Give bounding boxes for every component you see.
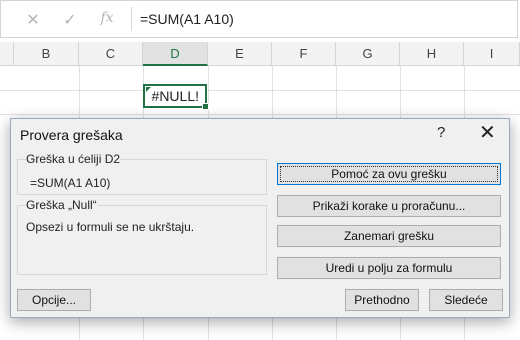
previous-button[interactable]: Prethodno <box>345 289 419 311</box>
dialog-title: Provera grešaka <box>20 127 123 143</box>
formula-input[interactable]: =SUM(A1 A10) <box>140 11 234 27</box>
error-description-text: Opsezi u formuli se ne ukrštaju. <box>26 220 195 234</box>
next-button[interactable]: Sledeće <box>429 289 503 311</box>
column-header-i[interactable]: I <box>464 42 520 66</box>
column-header-f[interactable]: F <box>272 42 336 66</box>
row-divider <box>0 114 520 115</box>
help-icon[interactable]: ? <box>437 124 445 141</box>
help-on-error-label: Pomoć za ovu grešku <box>331 167 447 181</box>
column-header-e[interactable]: E <box>208 42 272 66</box>
close-icon[interactable]: ✕ <box>479 121 496 145</box>
ignore-error-label: Zanemari grešku <box>343 229 435 243</box>
close-icon[interactable]: ✕ <box>25 10 41 30</box>
checkmark-icon[interactable]: ✓ <box>62 10 78 30</box>
cell-value: #NULL! <box>151 88 199 104</box>
next-label: Sledeće <box>444 293 488 307</box>
edit-in-formula-bar-label: Uredi u polju za formulu <box>325 261 453 275</box>
formula-bar: ✕ ✓ fx =SUM(A1 A10) <box>0 0 518 38</box>
error-type-title: Greška „Null“ <box>26 198 97 212</box>
edit-in-formula-bar-button[interactable]: Uredi u polju za formulu <box>277 257 501 279</box>
error-checking-dialog: Provera grešaka ? ✕ Greška u ćeliji D2 =… <box>10 118 510 318</box>
column-header-b[interactable]: B <box>14 42 79 66</box>
select-all-corner[interactable] <box>0 42 14 66</box>
column-header-g[interactable]: G <box>336 42 400 66</box>
ignore-error-button[interactable]: Zanemari grešku <box>277 225 501 247</box>
error-indicator-icon[interactable] <box>146 87 151 92</box>
cell-formula-text: =SUM(A1 A10) <box>30 176 111 190</box>
show-calculation-steps-label: Prikaži korake u proračunu... <box>312 199 466 213</box>
options-label: Opcije... <box>31 293 76 307</box>
cell-error-group: Greška u ćeliji D2 =SUM(A1 A10) <box>17 152 267 195</box>
column-header-h[interactable]: H <box>400 42 464 66</box>
error-description-group: Greška „Null“ Opsezi u formuli se ne ukr… <box>17 198 267 275</box>
cell-error-group-title: Greška u ćeliji D2 <box>26 152 121 166</box>
row-divider <box>0 90 520 91</box>
fill-handle[interactable] <box>202 103 209 110</box>
column-header-c[interactable]: C <box>79 42 143 66</box>
show-calculation-steps-button[interactable]: Prikaži korake u proračunu... <box>277 195 501 217</box>
help-on-error-button[interactable]: Pomoć za ovu grešku <box>277 163 501 185</box>
active-cell-d2[interactable]: #NULL! <box>143 84 209 110</box>
formula-bar-divider <box>131 7 132 31</box>
column-header-d[interactable]: D <box>143 42 208 66</box>
options-button[interactable]: Opcije... <box>17 289 91 311</box>
previous-label: Prethodno <box>354 293 410 307</box>
insert-function-icon[interactable]: fx <box>97 10 117 26</box>
